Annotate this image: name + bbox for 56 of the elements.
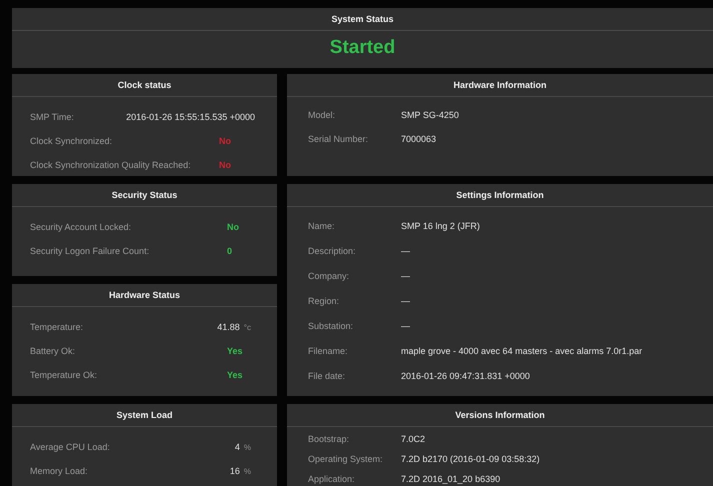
field-label: Substation: bbox=[308, 320, 354, 330]
field-value: No bbox=[219, 136, 231, 146]
field-value: 0 bbox=[227, 246, 232, 256]
system-state: Started bbox=[330, 36, 396, 60]
field-value: 7.2D b2170 (2016-01-09 03:58:32) bbox=[401, 454, 540, 464]
field-value: — bbox=[401, 320, 410, 330]
field-value: 7.2D 2016_01_20 b6390 bbox=[401, 474, 500, 484]
field-value: — bbox=[401, 270, 410, 280]
field-value: 7.0C2 bbox=[401, 434, 426, 444]
field-value: 4 bbox=[234, 442, 240, 452]
field-label: Clock Synchronized: bbox=[30, 136, 112, 146]
field-label: Average CPU Load: bbox=[30, 442, 110, 452]
field-value: Yes bbox=[227, 370, 243, 380]
field-label: Operating System: bbox=[308, 454, 384, 464]
field-value: — bbox=[401, 246, 410, 256]
field-label: Description: bbox=[308, 246, 357, 256]
field-label: Temperature Ok: bbox=[30, 370, 98, 380]
field-value: No bbox=[227, 222, 239, 232]
field-label: Clock Synchronization Quality Reached: bbox=[30, 160, 191, 170]
field-label: Serial Number: bbox=[308, 134, 370, 144]
field-value: maple grove - 4000 avec 64 masters - avec alarms 7.0r1.par bbox=[401, 346, 642, 356]
panel-title: Clock status bbox=[118, 80, 172, 90]
field-label: Battery Ok: bbox=[30, 346, 76, 356]
field-value: 2016-01-26 15:55:15.535 +0000 bbox=[126, 112, 255, 122]
field-value: — bbox=[401, 296, 410, 306]
field-label: Model: bbox=[308, 110, 336, 120]
field-label: Filename: bbox=[308, 346, 349, 356]
panel-title: Hardware Information bbox=[453, 80, 546, 90]
field-label: Name: bbox=[308, 220, 336, 230]
field-label: Security Logon Failure Count: bbox=[30, 246, 150, 256]
field-value: Yes bbox=[227, 346, 243, 356]
field-value: SMP SG-4250 bbox=[401, 110, 459, 120]
panel-title: Hardware Status bbox=[108, 290, 180, 300]
panel-title: System Status bbox=[331, 14, 394, 24]
panel-title: Security Status bbox=[112, 190, 178, 200]
field-label: Temperature: bbox=[30, 322, 84, 332]
field-label: SMP Time: bbox=[30, 112, 74, 122]
panel-title: Settings Information bbox=[456, 190, 544, 200]
unit-label: % bbox=[244, 467, 251, 476]
field-label: Security Account Locked: bbox=[30, 222, 132, 232]
field-label: Region: bbox=[308, 296, 340, 306]
field-label: Company: bbox=[308, 270, 350, 280]
field-value: 2016-01-26 09:47:31.831 +0000 bbox=[401, 370, 530, 380]
unit-label: °c bbox=[244, 323, 251, 332]
field-value: 7000063 bbox=[401, 134, 436, 144]
panel-title: Versions Information bbox=[455, 410, 545, 420]
field-label: Application: bbox=[308, 474, 356, 484]
field-label: Bootstrap: bbox=[308, 434, 350, 444]
field-value: SMP 16 lng 2 (JFR) bbox=[401, 220, 480, 230]
unit-label: % bbox=[244, 443, 251, 452]
field-value: 16 bbox=[230, 466, 240, 476]
field-value: No bbox=[219, 160, 231, 170]
field-value: 41.88 bbox=[217, 322, 240, 332]
field-label: File date: bbox=[308, 370, 346, 380]
panel-title: System Load bbox=[116, 410, 173, 420]
field-label: Memory Load: bbox=[30, 466, 88, 476]
